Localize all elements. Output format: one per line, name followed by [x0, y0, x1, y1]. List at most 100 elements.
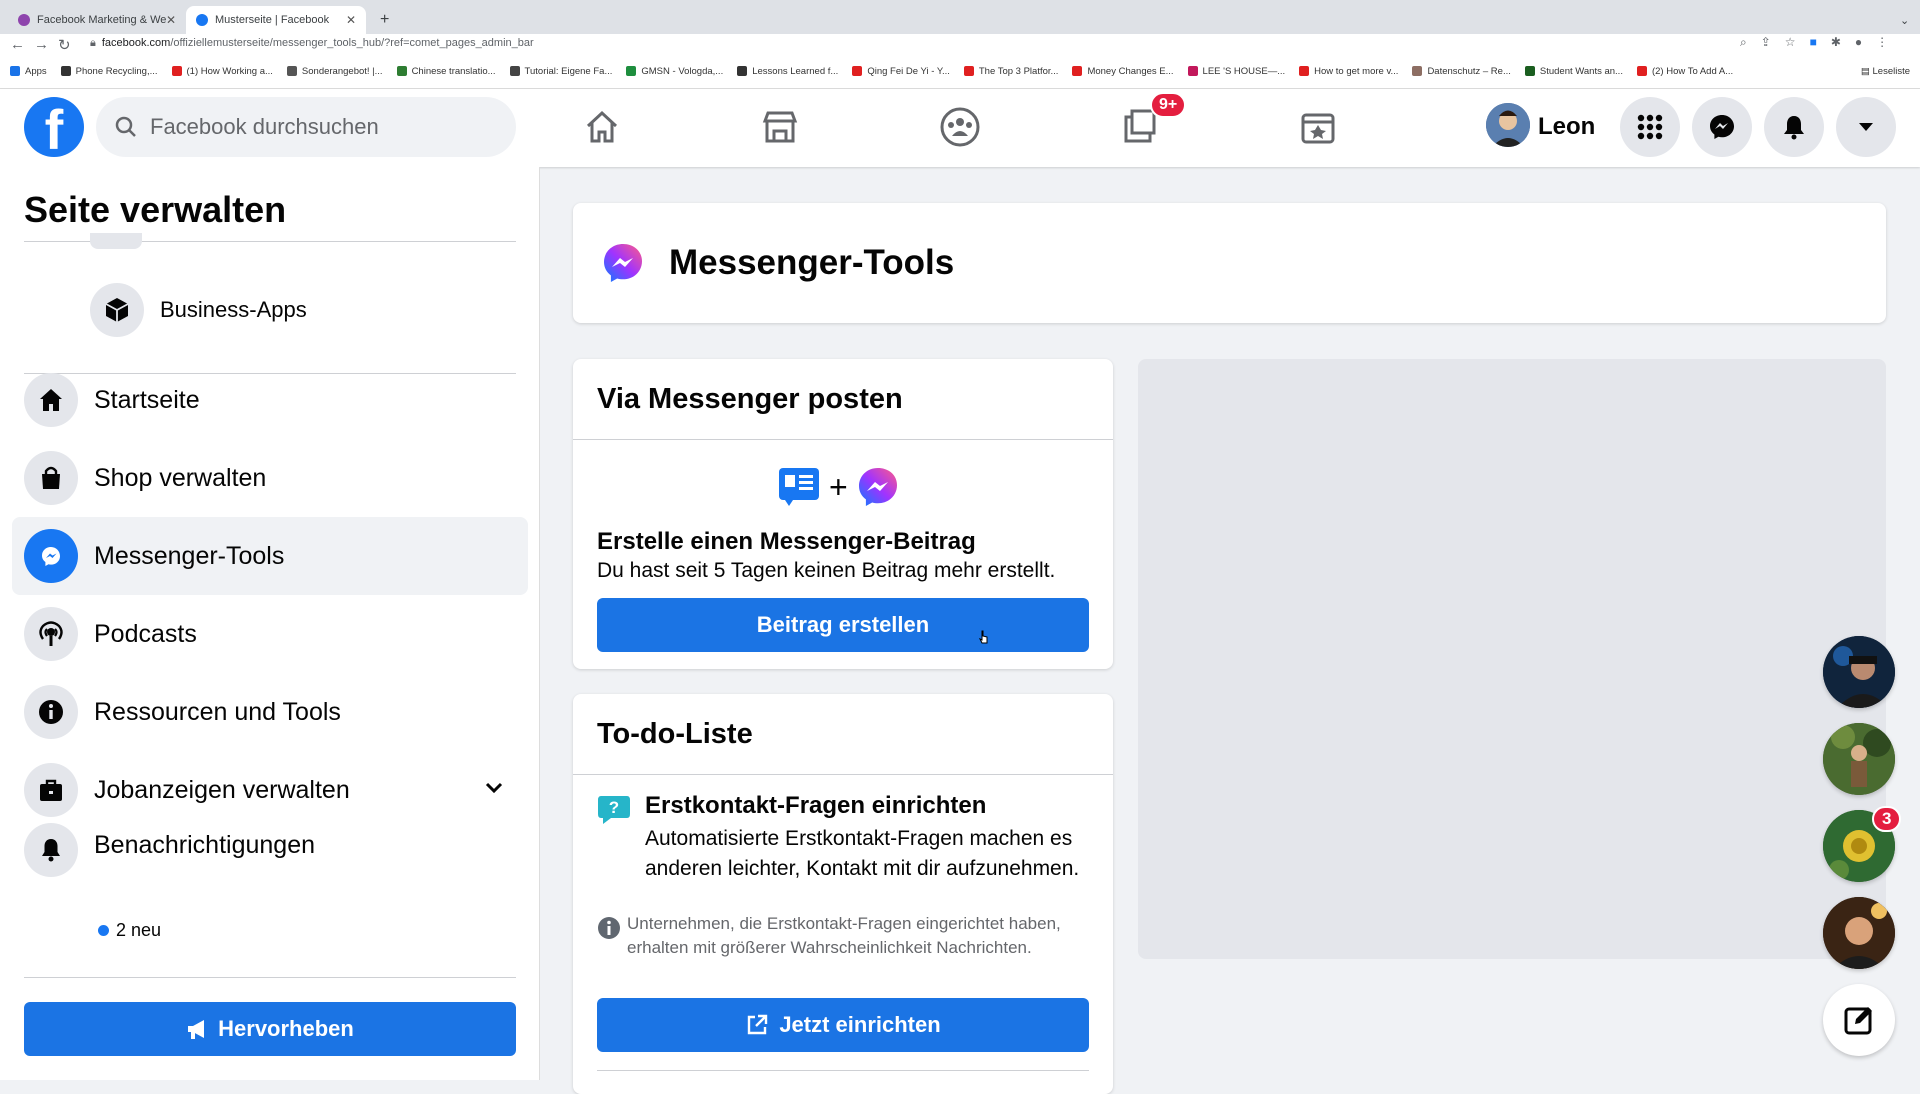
bookmark-favicon-icon	[737, 66, 748, 76]
browser-tab[interactable]: Facebook Marketing & Werbe... ✕	[8, 6, 186, 34]
post-icon	[779, 468, 819, 506]
address-bar[interactable]: 🔒︎ facebook.com/offiziellemusterseite/mes…	[90, 37, 534, 50]
bookmark-item[interactable]: The Top 3 Platfor...	[963, 65, 1059, 77]
sidebar-item-podcasts[interactable]: Podcasts	[12, 595, 528, 673]
url-path: /offiziellemusterseite/messenger_tools_h…	[170, 37, 534, 49]
facebook-logo-icon[interactable]: f	[24, 97, 84, 157]
bell-icon[interactable]	[1764, 97, 1824, 157]
podcast-icon	[24, 607, 78, 661]
new-tab-icon[interactable]: +	[370, 6, 399, 34]
share-icon[interactable]: ⇪	[1761, 35, 1771, 50]
sidebar-item-benachrichtigungen[interactable]: Benachrichtigungen	[12, 819, 528, 911]
search-placeholder: Facebook durchsuchen	[150, 114, 379, 139]
close-tab-icon[interactable]: ✕	[166, 13, 176, 27]
home-nav-icon[interactable]	[574, 99, 630, 155]
chat-head-avatar[interactable]	[1823, 723, 1895, 795]
bookmark-item[interactable]: Phone Recycling,...	[60, 66, 158, 77]
megaphone-icon	[188, 1020, 205, 1039]
divider	[24, 977, 516, 978]
bookmark-item[interactable]: LEE 'S HOUSE—...	[1187, 66, 1285, 77]
search-input[interactable]: Facebook durchsuchen	[96, 97, 516, 157]
marketplace-nav-icon[interactable]	[752, 99, 808, 155]
sidebar-item-shop-verwalten[interactable]: Shop verwalten	[12, 439, 528, 517]
bookmark-label: (1) How Working a...	[186, 65, 273, 77]
bookmark-item[interactable]: Qing Fei De Yi - Y...	[852, 66, 950, 77]
forward-icon[interactable]: →	[34, 36, 49, 53]
post-heading: Erstelle einen Messenger-Beitrag	[597, 528, 976, 555]
extension-fb-icon[interactable]: ■	[1810, 35, 1817, 50]
user-name[interactable]: Leon	[1538, 113, 1595, 141]
star-icon[interactable]: ☆	[1785, 35, 1796, 50]
bookmark-label: (2) How To Add A...	[1651, 65, 1734, 77]
bookmark-label: Tutorial: Eigene Fa...	[524, 65, 613, 77]
post-illustration: +	[777, 465, 900, 509]
browser-tab-strip: Facebook Marketing & Werbe... ✕ Musterse…	[0, 0, 1920, 34]
bookmark-item[interactable]: How to get more v...	[1299, 66, 1398, 77]
bookmark-label: Qing Fei De Yi - Y...	[867, 65, 950, 77]
bookmark-item[interactable]: GMSN - Vologda,...	[626, 66, 723, 77]
sidebar-item-ressourcen-und-tools[interactable]: Ressourcen und Tools	[12, 673, 528, 751]
bookmark-item[interactable]: Tutorial: Eigene Fa...	[509, 65, 613, 77]
notification-badge: 9+	[1150, 92, 1187, 118]
sidebar-item-label: Shop verwalten	[94, 463, 267, 492]
sidebar-item-jobanzeigen-verwalten[interactable]: Jobanzeigen verwalten	[12, 751, 528, 829]
card-title: To-do-Liste	[597, 718, 753, 750]
chat-head-avatar[interactable]	[1823, 897, 1895, 969]
plus-icon: +	[829, 468, 848, 505]
partial-item-icon	[90, 233, 142, 249]
bookmark-item[interactable]: Chinese translatio...	[396, 66, 496, 77]
browser-tab-active[interactable]: Musterseite | Facebook ✕	[186, 6, 366, 34]
bookmark-favicon-icon	[509, 66, 520, 76]
bookmark-item[interactable]: Lessons Learned f...	[737, 66, 838, 77]
zoom-icon[interactable]: ⌕	[1740, 35, 1747, 50]
home-icon	[24, 373, 78, 427]
bookmark-favicon-icon	[1072, 66, 1083, 76]
tab-search-icon[interactable]: ⌄	[1890, 6, 1919, 34]
messenger-icon[interactable]	[1692, 97, 1752, 157]
sidebar-item-business-apps[interactable]: Business-Apps	[78, 271, 518, 349]
chevron-down-icon[interactable]	[484, 781, 504, 800]
create-post-button[interactable]: Beitrag erstellen	[597, 598, 1089, 652]
sidebar-item-label: Jobanzeigen verwalten	[94, 775, 350, 804]
bookmark-item[interactable]: Datenschutz – Re...	[1412, 66, 1511, 77]
extensions-icon[interactable]: ✱	[1831, 35, 1841, 50]
menu-icon[interactable]: ⋮	[1876, 35, 1888, 50]
loading-placeholder-panel	[1138, 359, 1886, 959]
setup-now-button[interactable]: Jetzt einrichten	[597, 998, 1089, 1052]
divider	[597, 1070, 1089, 1071]
url-domain: facebook.com	[101, 37, 171, 49]
chat-head-avatar[interactable]	[1823, 636, 1895, 708]
bookmark-item[interactable]: (2) How To Add A...	[1636, 65, 1734, 77]
mouse-cursor-icon	[978, 630, 988, 644]
close-tab-icon[interactable]: ✕	[346, 13, 356, 27]
new-message-button[interactable]	[1823, 984, 1895, 1056]
reading-list[interactable]: ▤ Leseliste	[1861, 66, 1910, 77]
messenger-post-card: Via Messenger posten + Erstelle einen Me…	[573, 359, 1113, 669]
reload-icon[interactable]: ↻	[58, 36, 71, 54]
account-dropdown-icon[interactable]	[1836, 97, 1896, 157]
menu-grid-icon[interactable]	[1620, 97, 1680, 157]
chat-unread-badge: 3	[1872, 806, 1902, 832]
tab-title: Musterseite | Facebook	[215, 14, 330, 26]
bookmark-item[interactable]: Money Changes E...	[1072, 65, 1174, 77]
bookmark-item[interactable]: Apps	[10, 66, 47, 77]
bookmark-item[interactable]: Sonderangebot! |...	[286, 66, 383, 77]
divider	[573, 439, 1113, 440]
sidebar-item-messenger-tools[interactable]: Messenger-Tools	[12, 517, 528, 595]
profile-icon[interactable]: ●	[1855, 35, 1862, 50]
bookmark-favicon-icon	[1299, 66, 1310, 76]
bookmark-label: The Top 3 Platfor...	[978, 65, 1059, 77]
info-icon	[24, 685, 78, 739]
back-icon[interactable]: ←	[10, 36, 25, 53]
divider	[573, 774, 1113, 775]
promote-button[interactable]: Hervorheben	[24, 1002, 516, 1056]
bookmark-label: Money Changes E...	[1087, 65, 1174, 77]
watch-nav-icon[interactable]	[1290, 99, 1346, 155]
avatar[interactable]	[1486, 103, 1530, 147]
bookmark-label: Lessons Learned f...	[752, 65, 839, 77]
groups-nav-icon[interactable]	[932, 99, 988, 155]
bookmark-item[interactable]: (1) How Working a...	[171, 65, 273, 77]
sidebar-item-startseite[interactable]: Startseite	[12, 361, 528, 439]
bookmark-item[interactable]: Student Wants an...	[1524, 66, 1623, 77]
tab-title: Facebook Marketing & Werbe...	[37, 14, 166, 26]
